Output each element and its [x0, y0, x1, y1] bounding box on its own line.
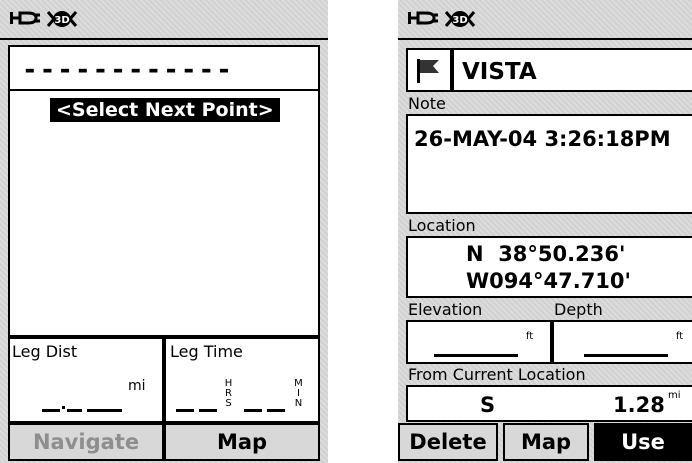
distance-unit: mi: [668, 390, 681, 401]
select-next-point-item[interactable]: <Select Next Point>: [50, 98, 280, 122]
note-value: 26-MAY-04 3:26:18PM: [414, 127, 671, 151]
from-current-location-field: S 1.28 mi: [406, 385, 692, 422]
leg-time-label: Leg Time: [170, 342, 243, 361]
waypoint-name: VISTA: [462, 59, 537, 85]
use-button[interactable]: Use: [594, 423, 692, 461]
battery-icon: [408, 11, 438, 25]
battery-icon: [10, 11, 40, 25]
waypoint-name-field[interactable]: VISTA: [452, 48, 692, 92]
depth-label: Depth: [554, 300, 603, 319]
leg-dist-label: Leg Dist: [12, 342, 78, 361]
depth-field[interactable]: ft: [552, 320, 692, 364]
waypoint-symbol-button[interactable]: [406, 48, 452, 92]
bearing-value: S: [480, 393, 496, 417]
leg-dist-unit: mi: [128, 378, 146, 394]
location-field[interactable]: N 38°50.236' W094°47.710': [406, 236, 692, 298]
navigate-button[interactable]: Navigate: [8, 423, 164, 461]
route-name-field[interactable]: ------------: [22, 57, 234, 83]
location-label: Location: [408, 216, 476, 235]
note-label: Note: [408, 94, 446, 113]
gps-3d-fix-icon: 3D: [444, 11, 476, 27]
gps-mode-text: 3D: [54, 15, 69, 26]
delete-button[interactable]: Delete: [398, 423, 498, 461]
status-bar: 3D: [0, 0, 328, 40]
from-current-location-label: From Current Location: [408, 365, 586, 384]
distance-value: 1.28: [613, 393, 665, 417]
map-button[interactable]: Map: [503, 423, 589, 461]
note-field[interactable]: 26-MAY-04 3:26:18PM: [406, 114, 692, 214]
leg-time-minutes-unit: MIN: [294, 378, 303, 409]
gps-mode-text: 3D: [452, 15, 467, 26]
waypoint-screen: 3D VISTA Note 26-MAY-04 3:26:18PM Locati…: [398, 0, 692, 463]
longitude-value: W094°47.710': [466, 269, 631, 293]
leg-time-hours-unit: HRS: [224, 378, 233, 409]
flag-icon: [417, 59, 439, 83]
leg-dist-field: Leg Dist mi: [8, 337, 164, 423]
leg-time-field: Leg Time HRS MIN: [164, 337, 320, 423]
route-list[interactable]: ------------ <Select Next Point>: [8, 45, 320, 337]
status-bar-right: 3D: [398, 0, 692, 40]
elevation-unit: ft: [525, 331, 534, 342]
elevation-value: [434, 354, 518, 357]
elevation-label: Elevation: [408, 300, 483, 319]
map-button[interactable]: Map: [164, 423, 320, 461]
depth-value: [584, 354, 668, 357]
route-screen: 3D ------------ <Select Next Point> Leg …: [0, 0, 328, 463]
gps-3d-fix-icon: 3D: [46, 11, 78, 27]
elevation-field[interactable]: ft: [406, 320, 552, 364]
depth-unit: ft: [675, 331, 684, 342]
latitude-value: N 38°50.236': [466, 242, 626, 266]
